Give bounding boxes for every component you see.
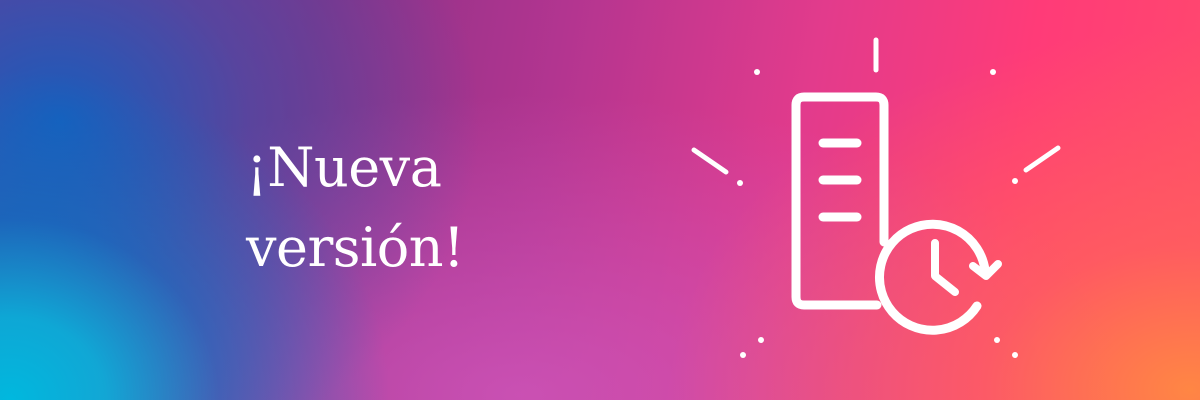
document-history-icon xyxy=(680,30,1080,370)
clock-hands xyxy=(931,239,959,296)
burst-rays xyxy=(691,37,1061,175)
headline-line-2: versión! xyxy=(246,216,465,279)
document-lines xyxy=(818,138,862,222)
headline: ¡Nueva versión! xyxy=(246,128,465,288)
new-version-banner: ¡Nueva versión! xyxy=(0,0,1200,400)
headline-line-1: ¡Nueva xyxy=(246,136,442,199)
document-outline xyxy=(791,92,889,310)
